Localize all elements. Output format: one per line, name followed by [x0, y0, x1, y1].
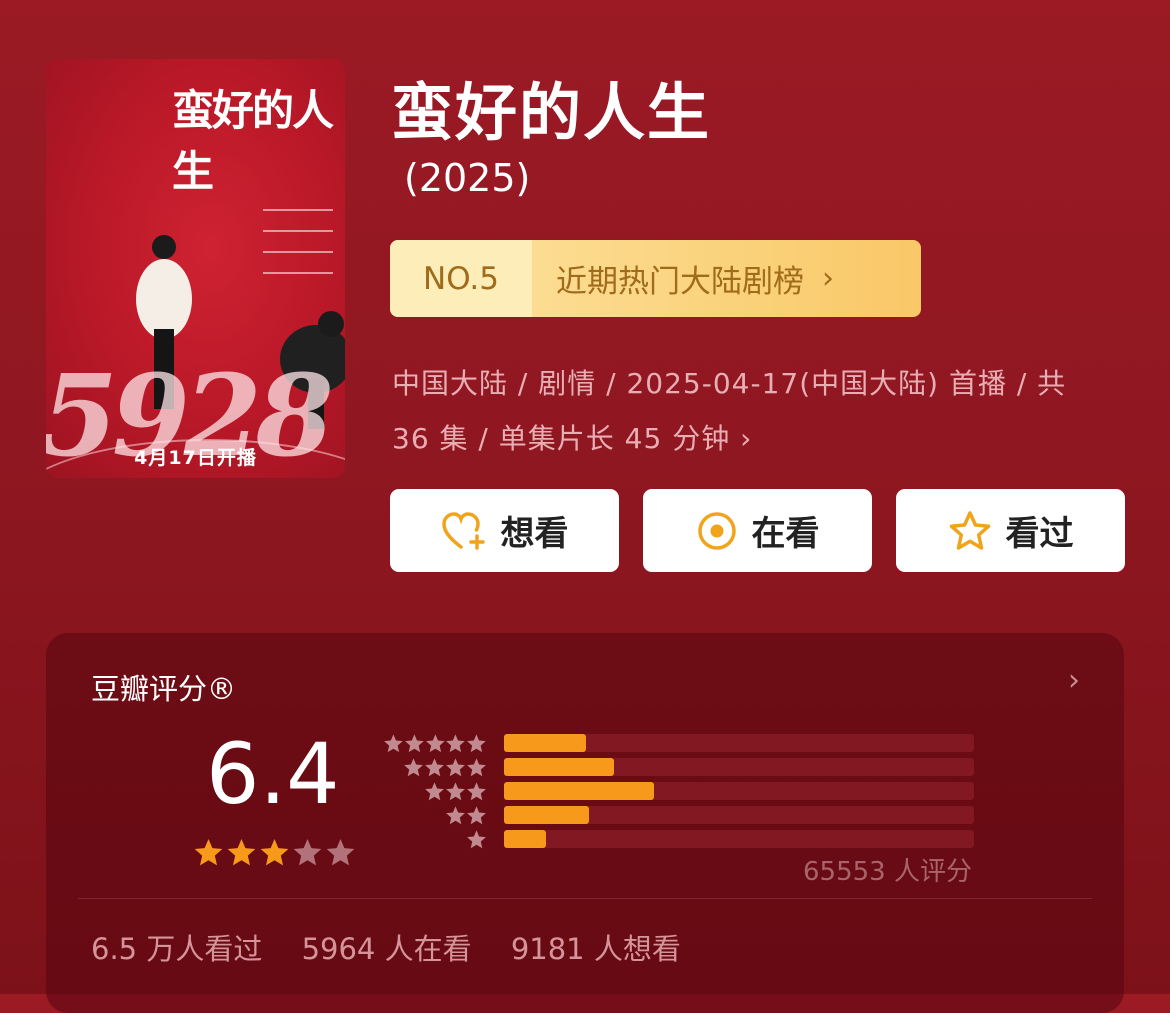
- rating-bar-track: [504, 734, 974, 752]
- heart-plus-icon: [441, 511, 485, 550]
- rank-list-name: 近期热门大陆剧榜 ›: [532, 240, 921, 317]
- rating-bar-fill: [504, 782, 655, 800]
- rating-bar-fill: [504, 734, 587, 752]
- rating-row-stars: [383, 829, 487, 850]
- watching-button[interactable]: 在看: [643, 489, 872, 572]
- small-star-icon: [467, 805, 486, 824]
- small-star-icon: [425, 757, 444, 776]
- rating-row-5: [383, 732, 974, 754]
- meta-line-2: 36 集 / 单集片长 45 分钟 ›: [392, 422, 753, 455]
- release-year: (2025): [404, 156, 531, 200]
- meta-line-1: 中国大陆 / 剧情 / 2025-04-17(中国大陆) 首播 / 共: [392, 367, 1067, 400]
- rating-bar-track: [504, 782, 974, 800]
- rating-row-1: [383, 828, 974, 850]
- small-star-icon: [467, 829, 486, 848]
- divider: [78, 898, 1092, 899]
- rating-label: 豆瓣评分®: [91, 672, 237, 706]
- rating-bar-fill: [504, 806, 589, 824]
- small-star-icon: [404, 757, 423, 776]
- chevron-right-icon[interactable]: ›: [1068, 663, 1080, 698]
- rating-row-4: [383, 756, 974, 778]
- small-star-icon: [446, 733, 466, 752]
- rating-bar-fill: [504, 830, 547, 848]
- rating-row-stars: [383, 805, 487, 826]
- want-count: 9181 人想看: [510, 932, 681, 966]
- rating-count: 65553 人评分: [803, 857, 972, 887]
- small-star-icon: [425, 781, 444, 800]
- watched-label: 看过: [1005, 514, 1074, 554]
- rating-row-stars: [383, 757, 487, 778]
- star-filled-icon: [227, 838, 256, 866]
- small-star-icon: [467, 733, 486, 752]
- rating-bar-track: [504, 806, 974, 824]
- small-star-icon: [425, 733, 445, 752]
- small-star-icon: [467, 757, 486, 776]
- rank-number: NO.5: [390, 240, 532, 317]
- chevron-right-icon: ›: [740, 422, 753, 455]
- poster-title: 蛮好的人生: [172, 86, 334, 196]
- poster-date: 4月17日开播: [134, 447, 257, 469]
- want-label: 想看: [500, 514, 569, 554]
- rank-badge[interactable]: NO.5 近期热门大陆剧榜 ›: [390, 240, 921, 317]
- rating-row-3: [383, 780, 974, 802]
- small-star-icon: [384, 733, 403, 752]
- small-star-icon: [467, 781, 486, 800]
- page-title: 蛮好的人生: [391, 76, 712, 149]
- watched-button[interactable]: 看过: [896, 489, 1125, 572]
- small-star-icon: [446, 757, 465, 776]
- small-star-icon: [404, 733, 424, 752]
- rating-score: 6.4: [206, 725, 340, 823]
- rank-label: 近期热门大陆剧榜: [556, 264, 804, 300]
- rating-bar-track: [504, 758, 974, 776]
- rating-bar-track: [504, 830, 974, 848]
- watching-label: 在看: [751, 514, 820, 554]
- small-star-icon: [446, 781, 465, 800]
- target-icon: [697, 511, 736, 550]
- rating-row-stars: [383, 781, 487, 802]
- watch-stats: 6.5 万人看过 5964 人在看 9181 人想看: [91, 926, 711, 968]
- poster[interactable]: 蛮好的人生 5928 4月17日开播: [46, 59, 345, 478]
- want-to-watch-button[interactable]: 想看: [390, 489, 619, 572]
- rating-row-2: [383, 804, 974, 826]
- rating-bar-fill: [504, 758, 615, 776]
- rating-card[interactable]: 豆瓣评分® › 6.4 65553 人评分 6.5 万人看过 5964 人在看 …: [46, 633, 1124, 1013]
- star-empty-icon: [326, 838, 355, 866]
- show-metadata[interactable]: 中国大陆 / 剧情 / 2025-04-17(中国大陆) 首播 / 共 36 集…: [392, 356, 1132, 466]
- watching-count: 5964 人在看: [301, 932, 472, 966]
- small-star-icon: [446, 805, 465, 824]
- star-filled-icon: [260, 838, 289, 866]
- chevron-right-icon: ›: [822, 261, 834, 296]
- star-empty-icon: [293, 838, 322, 866]
- star-outline-icon: [949, 510, 990, 550]
- rating-stars: [193, 837, 356, 868]
- star-filled-icon: [194, 838, 223, 866]
- rating-row-stars: [383, 733, 487, 754]
- watched-count: 6.5 万人看过: [91, 932, 263, 966]
